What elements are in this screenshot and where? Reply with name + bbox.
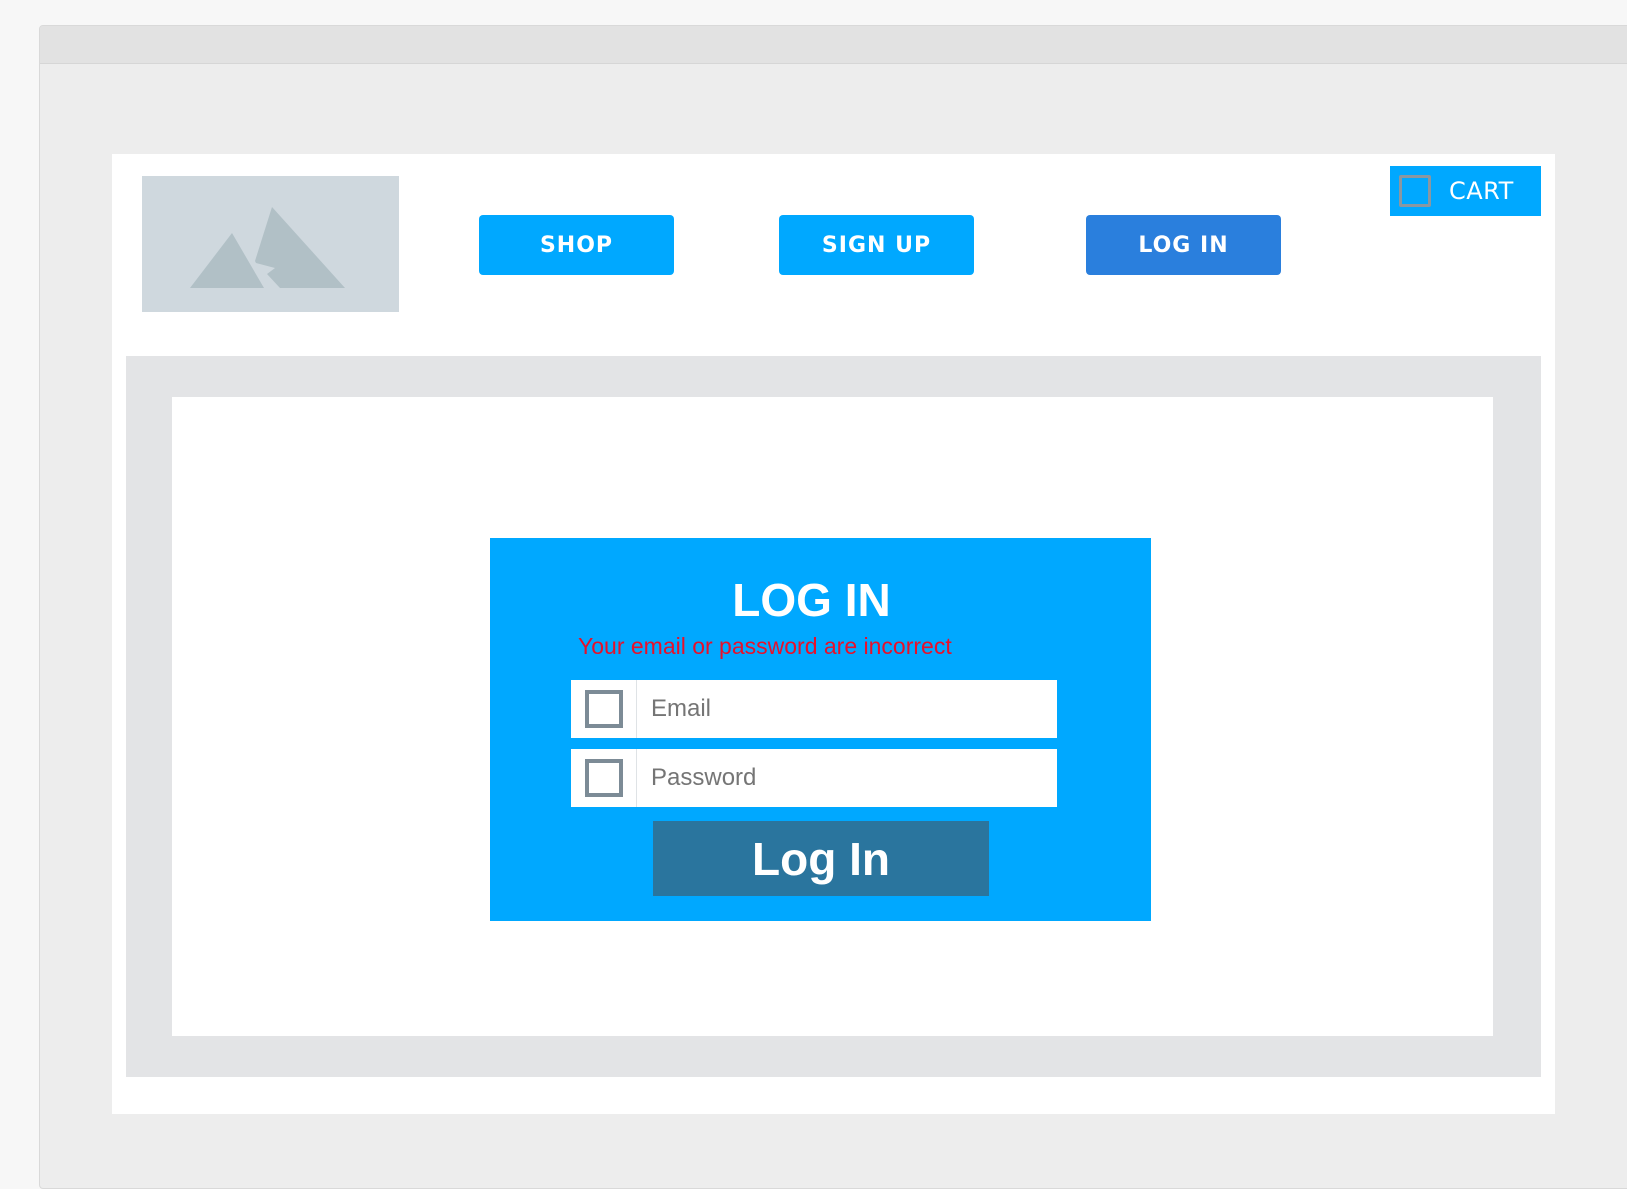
site-header: SHOP SIGN UP LOG IN CART bbox=[112, 154, 1555, 336]
content-area: LOG IN Your email or password are incorr… bbox=[126, 356, 1541, 1077]
password-field[interactable] bbox=[571, 748, 1057, 808]
mountain-icon bbox=[190, 207, 345, 288]
nav-login-button[interactable]: LOG IN bbox=[1086, 215, 1281, 275]
page: SHOP SIGN UP LOG IN CART LOG IN Your ema… bbox=[112, 154, 1555, 1114]
nav-shop-button[interactable]: SHOP bbox=[479, 215, 674, 275]
login-error-message: Your email or password are incorrect bbox=[578, 633, 952, 659]
image-placeholder-icon[interactable] bbox=[142, 176, 399, 312]
nav-signup-button[interactable]: SIGN UP bbox=[779, 215, 974, 275]
email-icon-container bbox=[571, 680, 637, 738]
cart-button[interactable]: CART bbox=[1390, 166, 1541, 216]
login-submit-button[interactable]: Log In bbox=[653, 821, 989, 896]
login-form: LOG IN Your email or password are incorr… bbox=[490, 538, 1151, 921]
email-field[interactable] bbox=[571, 679, 1057, 739]
email-icon bbox=[584, 690, 623, 728]
cart-label: CART bbox=[1449, 177, 1514, 205]
password-input[interactable] bbox=[637, 748, 1057, 808]
password-icon-container bbox=[571, 749, 637, 807]
email-input[interactable] bbox=[637, 679, 1057, 739]
cart-icon bbox=[1399, 175, 1431, 207]
window-titlebar bbox=[40, 26, 1627, 64]
lock-icon bbox=[584, 759, 623, 797]
content-panel: LOG IN Your email or password are incorr… bbox=[172, 397, 1493, 1036]
login-title: LOG IN bbox=[732, 574, 891, 626]
